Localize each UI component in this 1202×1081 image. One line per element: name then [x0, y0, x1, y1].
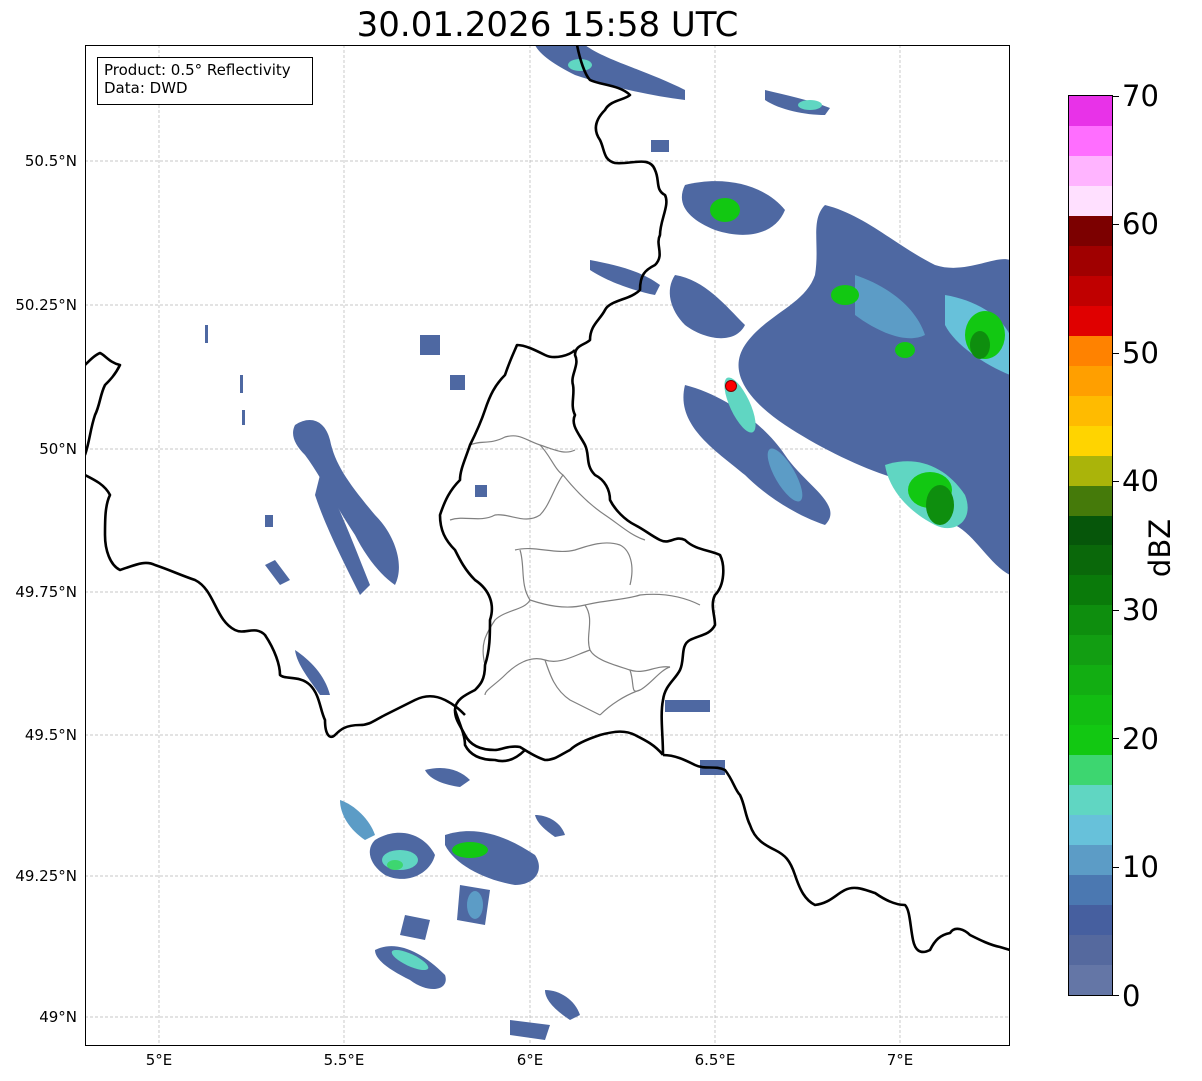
- colorbar: [1068, 95, 1113, 996]
- colorbar-segment: [1069, 395, 1112, 426]
- colorbar-tick: [1113, 353, 1119, 354]
- colorbar-tick: [1113, 867, 1119, 868]
- lat-label: 49.5°N: [24, 726, 77, 744]
- colorbar-tick-label: 60: [1122, 207, 1159, 241]
- lon-label: 6.5°E: [694, 1051, 736, 1069]
- map-title: 30.01.2026 15:58 UTC: [356, 5, 739, 45]
- colorbar-tick: [1113, 610, 1119, 611]
- colorbar-tick-label: 50: [1122, 336, 1159, 370]
- lon-label: 6°E: [516, 1051, 544, 1069]
- colorbar-tick: [1113, 738, 1119, 739]
- colorbar-tick-label: 30: [1122, 593, 1159, 627]
- product-label: Product: 0.5° Reflectivity: [104, 61, 291, 79]
- colorbar-tick: [1113, 96, 1119, 97]
- lat-label: 50.25°N: [15, 296, 77, 314]
- gridlines: [85, 45, 1010, 1046]
- colorbar-segment: [1069, 95, 1112, 126]
- colorbar-segment: [1069, 605, 1112, 636]
- colorbar-tick: [1113, 224, 1119, 225]
- lon-label: 5°E: [145, 1051, 173, 1069]
- canton-borders: [449, 435, 701, 716]
- colorbar-segment: [1069, 185, 1112, 216]
- colorbar-segment: [1069, 695, 1112, 726]
- colorbar-segment: [1069, 575, 1112, 606]
- colorbar-segment: [1069, 965, 1112, 995]
- lat-label: 49°N: [39, 1008, 77, 1026]
- colorbar-segment: [1069, 665, 1112, 696]
- colorbar-segment: [1069, 785, 1112, 816]
- colorbar-segment: [1069, 875, 1112, 906]
- echo-cluster-west: [205, 325, 725, 775]
- colorbar-tick: [1113, 481, 1119, 482]
- colorbar-tick-label: 10: [1122, 850, 1159, 884]
- colorbar-segment: [1069, 245, 1112, 276]
- lat-label: 50.5°N: [24, 152, 77, 170]
- map-canvas: [85, 45, 1010, 1046]
- echo-cluster-southwest: [340, 768, 580, 1040]
- colorbar-segment: [1069, 815, 1112, 846]
- colorbar-segment: [1069, 485, 1112, 516]
- colorbar-segment: [1069, 455, 1112, 486]
- colorbar-segment: [1069, 305, 1112, 336]
- colorbar-tick: [1113, 995, 1119, 996]
- data-source-label: Data: DWD: [104, 79, 188, 97]
- colorbar-segment: [1069, 545, 1112, 576]
- colorbar-segment: [1069, 125, 1112, 156]
- colorbar-segment: [1069, 725, 1112, 756]
- radar-map[interactable]: [85, 45, 1010, 1046]
- echo-cluster-north: [535, 45, 830, 295]
- colorbar-segment: [1069, 275, 1112, 306]
- lat-label: 49.75°N: [15, 583, 77, 601]
- colorbar-segment: [1069, 935, 1112, 966]
- colorbar-segment: [1069, 425, 1112, 456]
- colorbar-segment: [1069, 335, 1112, 366]
- colorbar-tick-label: 70: [1122, 79, 1159, 113]
- colorbar-segment: [1069, 905, 1112, 936]
- colorbar-segment: [1069, 365, 1112, 396]
- colorbar-segment: [1069, 515, 1112, 546]
- radar-site-marker[interactable]: [725, 380, 737, 392]
- colorbar-label: dBZ: [1143, 518, 1177, 578]
- national-borders: [85, 45, 1010, 954]
- colorbar-tick-label: 0: [1122, 979, 1141, 1013]
- colorbar-segment: [1069, 215, 1112, 246]
- lon-label: 7°E: [886, 1051, 914, 1069]
- echo-cluster-east: [669, 181, 1010, 575]
- colorbar-tick-label: 20: [1122, 722, 1159, 756]
- colorbar-segment: [1069, 635, 1112, 666]
- colorbar-segment: [1069, 755, 1112, 786]
- info-box: Product: 0.5° Reflectivity Data: DWD: [97, 57, 313, 105]
- lat-label: 50°N: [39, 440, 77, 458]
- lat-label: 49.25°N: [15, 867, 77, 885]
- colorbar-segment: [1069, 155, 1112, 186]
- lon-label: 5.5°E: [323, 1051, 365, 1069]
- colorbar-segment: [1069, 845, 1112, 876]
- colorbar-tick-label: 40: [1122, 464, 1159, 498]
